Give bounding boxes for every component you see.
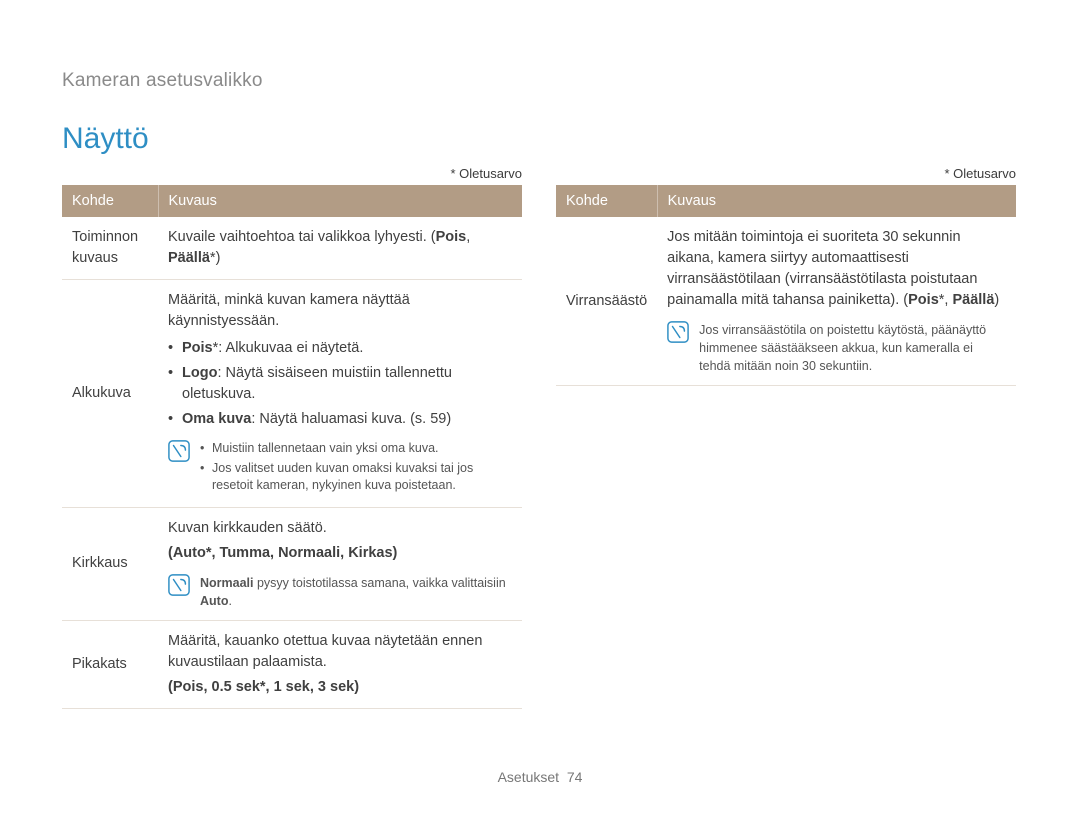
- note-box: Muistiin tallennetaan vain yksi oma kuva…: [168, 440, 512, 497]
- option-desc: *: Alkukuvaa ei näytetä.: [213, 340, 364, 356]
- col-header-item: Kohde: [556, 185, 657, 217]
- page-title: Näyttö: [62, 122, 1018, 156]
- table-row: Toiminnon kuvaus Kuvaile vaihtoehtoa tai…: [62, 217, 522, 280]
- col-header-desc: Kuvaus: [158, 185, 522, 217]
- left-column: * Oletusarvo Kohde Kuvaus Toiminnon kuva…: [62, 166, 522, 709]
- settings-table-right: Kohde Kuvaus Virransäästö Jos mitään toi…: [556, 185, 1016, 386]
- note-term: Auto: [200, 594, 228, 608]
- row-desc: Määritä, minkä kuvan kamera näyttää käyn…: [158, 280, 522, 508]
- option-pois: Pois: [436, 229, 467, 245]
- default-note-left: * Oletusarvo: [62, 166, 522, 181]
- content-columns: * Oletusarvo Kohde Kuvaus Toiminnon kuva…: [62, 166, 1018, 709]
- row-desc: Kuvaile vaihtoehtoa tai valikkoa lyhyest…: [158, 217, 522, 280]
- list-item: Oma kuva: Näytä haluamasi kuva. (s. 59): [168, 409, 512, 430]
- note-icon: [168, 440, 190, 497]
- page-footer: Asetukset 74: [0, 769, 1080, 785]
- note-item: Muistiin tallennetaan vain yksi oma kuva…: [200, 440, 512, 457]
- text: ,: [466, 229, 470, 245]
- option-name: Oma kuva: [182, 411, 251, 427]
- col-header-item: Kohde: [62, 185, 158, 217]
- text: *): [210, 250, 220, 266]
- text: Kuvaile vaihtoehtoa tai valikkoa lyhyest…: [168, 229, 436, 245]
- note-icon: [667, 321, 689, 375]
- intro-text: Määritä, minkä kuvan kamera näyttää käyn…: [168, 290, 512, 332]
- footer-section: Asetukset: [498, 769, 559, 785]
- row-label-toiminnon-kuvaus: Toiminnon kuvaus: [62, 217, 158, 280]
- intro-text: Määritä, kauanko otettua kuvaa näytetään…: [168, 631, 512, 673]
- manual-page: Kameran asetusvalikko Näyttö * Oletusarv…: [0, 0, 1080, 815]
- right-column: * Oletusarvo Kohde Kuvaus Virransäästö J…: [556, 166, 1016, 709]
- option-name: Logo: [182, 365, 217, 381]
- table-row: Virransäästö Jos mitään toimintoja ei su…: [556, 217, 1016, 386]
- list-item: Logo: Näytä sisäiseen muistiin tallennet…: [168, 363, 512, 405]
- note-text: .: [228, 594, 231, 608]
- row-label-alkukuva: Alkukuva: [62, 280, 158, 508]
- note-item: Jos valitset uuden kuvan omaksi kuvaksi …: [200, 460, 512, 494]
- text: *,: [939, 292, 953, 308]
- row-desc: Määritä, kauanko otettua kuvaa näytetään…: [158, 621, 522, 709]
- settings-table-left: Kohde Kuvaus Toiminnon kuvaus Kuvaile va…: [62, 185, 522, 709]
- list-item: Pois*: Alkukuvaa ei näytetä.: [168, 338, 512, 359]
- option-paalla: Päällä: [168, 250, 210, 266]
- note-box: Jos virransäästötila on poistettu käytös…: [667, 321, 1006, 375]
- footer-page-number: 74: [567, 769, 583, 785]
- note-content: Normaali pysyy toistotilassa samana, vai…: [200, 574, 512, 610]
- option-name: Pois: [182, 340, 213, 356]
- row-desc: Kuvan kirkkauden säätö. (Auto*, Tumma, N…: [158, 507, 522, 620]
- breadcrumb: Kameran asetusvalikko: [62, 70, 1018, 92]
- note-text: Jos virransäästötila on poistettu käytös…: [699, 323, 986, 373]
- text: ): [994, 292, 999, 308]
- note-icon: [168, 574, 190, 610]
- intro-text: Kuvan kirkkauden säätö.: [168, 518, 512, 539]
- table-row: Pikakats Määritä, kauanko otettua kuvaa …: [62, 621, 522, 709]
- row-label-pikakats: Pikakats: [62, 621, 158, 709]
- options-text: (Pois, 0.5 sek*, 1 sek, 3 sek): [168, 677, 512, 698]
- options-text: (Auto*, Tumma, Normaali, Kirkas): [168, 543, 512, 564]
- row-label-virransaasto: Virransäästö: [556, 217, 657, 386]
- table-row: Alkukuva Määritä, minkä kuvan kamera näy…: [62, 280, 522, 508]
- col-header-desc: Kuvaus: [657, 185, 1016, 217]
- option-pois: Pois: [908, 292, 939, 308]
- note-content: Jos virransäästötila on poistettu käytös…: [699, 321, 1006, 375]
- option-paalla: Päällä: [952, 292, 994, 308]
- row-desc: Jos mitään toimintoja ei suoriteta 30 se…: [657, 217, 1016, 386]
- note-content: Muistiin tallennetaan vain yksi oma kuva…: [200, 440, 512, 497]
- row-label-kirkkaus: Kirkkaus: [62, 507, 158, 620]
- default-note-right: * Oletusarvo: [556, 166, 1016, 181]
- option-desc: : Näytä haluamasi kuva. (s. 59): [251, 411, 451, 427]
- note-text: pysyy toistotilassa samana, vaikka valit…: [254, 576, 506, 590]
- note-box: Normaali pysyy toistotilassa samana, vai…: [168, 574, 512, 610]
- option-list: Pois*: Alkukuvaa ei näytetä. Logo: Näytä…: [168, 338, 512, 430]
- note-term: Normaali: [200, 576, 254, 590]
- table-row: Kirkkaus Kuvan kirkkauden säätö. (Auto*,…: [62, 507, 522, 620]
- option-desc: : Näytä sisäiseen muistiin tallennettu o…: [182, 365, 452, 402]
